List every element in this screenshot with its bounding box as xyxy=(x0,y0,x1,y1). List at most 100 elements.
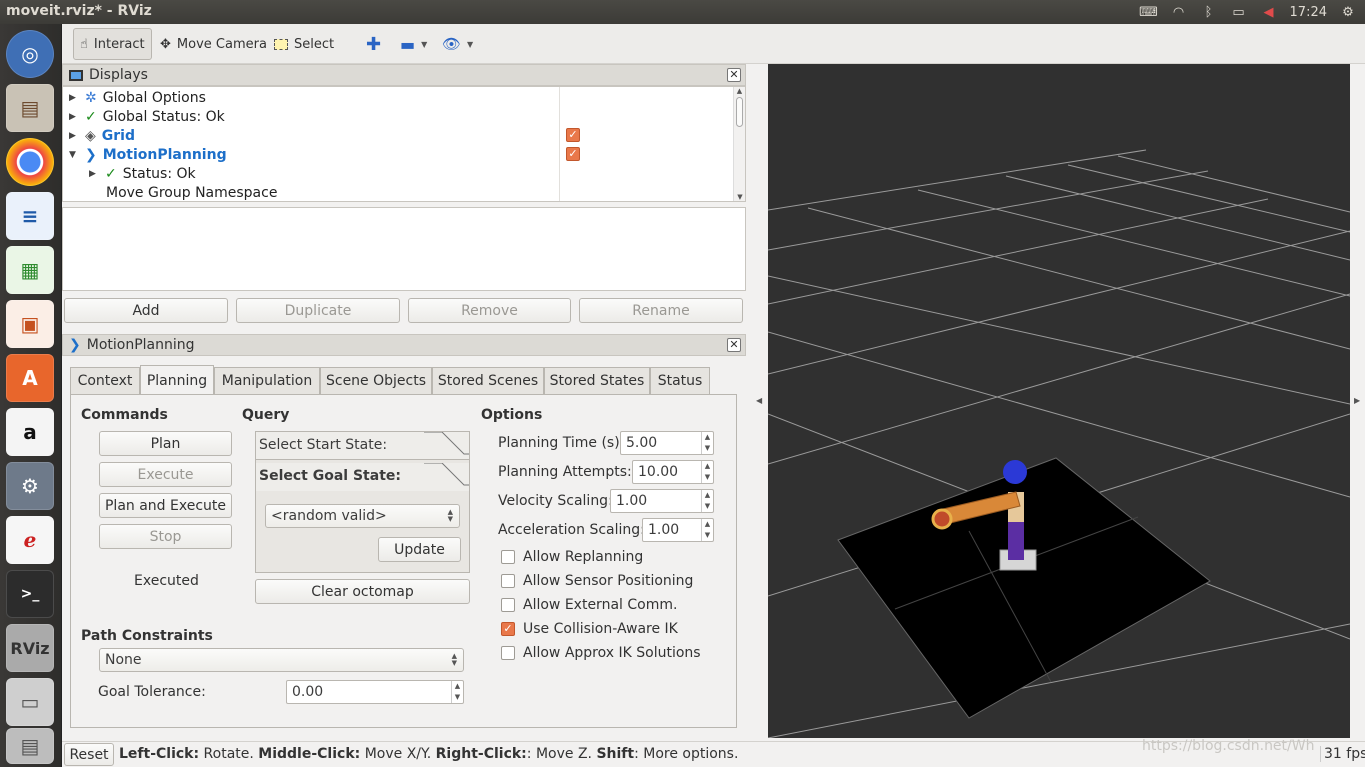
start-state-section[interactable]: Select Start State: xyxy=(256,432,469,460)
execute-button[interactable]: Execute xyxy=(99,462,232,487)
update-button[interactable]: Update xyxy=(378,537,461,562)
scroll-thumb[interactable] xyxy=(736,97,743,127)
settings-gear-icon[interactable]: ⚙ xyxy=(1339,5,1357,20)
bluetooth-icon[interactable]: ᛒ xyxy=(1200,5,1218,20)
grid-enabled-checkbox[interactable]: ✓ xyxy=(566,128,580,142)
motionplanning-panel-header: ❯ MotionPlanning ✕ xyxy=(62,334,746,356)
tab-manipulation[interactable]: Manipulation xyxy=(214,367,320,394)
tree-item-move-group-namespace[interactable]: Move Group Namespace xyxy=(106,183,277,202)
planning-attempts-label: Planning Attempts: xyxy=(498,464,632,480)
battery-icon[interactable]: ▭ xyxy=(1230,5,1248,20)
left-splitter-handle[interactable]: ◀ xyxy=(750,64,768,738)
scroll-down-icon[interactable]: ▼ xyxy=(734,193,746,201)
planning-time-spinbox[interactable]: 5.00 ▲ ▼ xyxy=(620,431,714,455)
query-toolbox: Select Start State: Select Goal State: <… xyxy=(255,431,470,573)
system-settings-icon[interactable]: ⚙ xyxy=(6,462,54,510)
goal-state-select[interactable]: <random valid> ▲ ▼ xyxy=(265,504,460,528)
ubuntu-dash-icon[interactable]: ◎ xyxy=(6,30,54,78)
impress-icon[interactable]: ▣ xyxy=(6,300,54,348)
terminal-icon[interactable]: >_ xyxy=(6,570,54,618)
collapse-arrow-icon[interactable]: ▼ xyxy=(69,150,81,160)
tree-item-motionplanning[interactable]: ▼ ❯ MotionPlanning xyxy=(69,145,227,164)
displays-close-icon[interactable]: ✕ xyxy=(727,68,741,82)
path-constraints-select[interactable]: None ▲ ▼ xyxy=(99,648,464,672)
expand-arrow-icon[interactable]: ▶ xyxy=(69,93,81,103)
allow-external-comm-checkbox[interactable] xyxy=(501,598,515,612)
amazon-icon[interactable]: a xyxy=(6,408,54,456)
velocity-scaling-spinbox[interactable]: 1.00 ▲ ▼ xyxy=(610,489,714,513)
motionplanning-enabled-checkbox[interactable]: ✓ xyxy=(566,147,580,161)
tab-planning[interactable]: Planning xyxy=(140,365,214,395)
calc-icon[interactable]: ▦ xyxy=(6,246,54,294)
chrome-icon[interactable] xyxy=(6,138,54,186)
collapse-left-icon[interactable]: ◀ xyxy=(756,396,762,405)
software-center-icon[interactable]: A xyxy=(6,354,54,402)
tree-item-grid[interactable]: ▶ ◈ Grid xyxy=(69,126,135,145)
clear-octomap-button[interactable]: Clear octomap xyxy=(255,579,470,604)
motionplanning-close-icon[interactable]: ✕ xyxy=(727,338,741,352)
tree-item-global-status[interactable]: ▶ ✓ Global Status: Ok xyxy=(69,107,225,126)
reset-button[interactable]: Reset xyxy=(64,743,114,766)
rename-display-button[interactable]: Rename xyxy=(579,298,743,323)
tree-item-global-options[interactable]: ▶ ✲ Global Options xyxy=(69,88,206,107)
goal-tolerance-spinbox[interactable]: 0.00 ▲ ▼ xyxy=(286,680,464,704)
hand-icon: ☝ xyxy=(80,36,88,52)
tab-context[interactable]: Context xyxy=(70,367,140,394)
drive-icon[interactable]: ▭ xyxy=(6,678,54,726)
pdf-viewer-icon[interactable]: ℯ xyxy=(6,516,54,564)
plan-and-execute-button[interactable]: Plan and Execute xyxy=(99,493,232,518)
duplicate-display-button[interactable]: Duplicate xyxy=(236,298,400,323)
files-icon[interactable]: ▤ xyxy=(6,84,54,132)
tab-stored-states[interactable]: Stored States xyxy=(544,367,650,394)
tab-status[interactable]: Status xyxy=(650,367,710,394)
stop-button[interactable]: Stop xyxy=(99,524,232,549)
tab-stored-scenes[interactable]: Stored Scenes xyxy=(432,367,544,394)
move-camera-tool-button[interactable]: ✥ Move Camera xyxy=(154,28,273,60)
volume-muted-icon[interactable]: ◀ xyxy=(1260,5,1278,20)
spin-arrows-icon[interactable]: ▲ ▼ xyxy=(701,432,713,454)
interact-tool-button[interactable]: ☝ Interact xyxy=(73,28,152,60)
checkmark-icon: ✓ xyxy=(85,108,97,125)
use-collision-aware-ik-checkbox[interactable]: ✓ xyxy=(501,622,515,636)
add-tool-button[interactable]: ✚ xyxy=(360,28,387,60)
planning-attempts-spinbox[interactable]: 10.00 ▲ ▼ xyxy=(632,460,714,484)
collapse-right-icon[interactable]: ▶ xyxy=(1354,396,1360,405)
goal-state-section[interactable]: Select Goal State: xyxy=(256,463,469,491)
clock[interactable]: 17:24 xyxy=(1290,5,1327,20)
tree-item-status[interactable]: ▶ ✓ Status: Ok xyxy=(89,164,196,183)
writer-icon[interactable]: ≡ xyxy=(6,192,54,240)
trash-icon[interactable]: ▤ xyxy=(6,728,54,764)
add-display-button[interactable]: Add xyxy=(64,298,228,323)
tree-scrollbar[interactable]: ▲ ▼ xyxy=(733,87,745,201)
select-tool-button[interactable]: Select xyxy=(268,28,340,60)
remove-display-button[interactable]: Remove xyxy=(408,298,571,323)
rviz-icon[interactable]: RViz xyxy=(6,624,54,672)
tab-scene-objects[interactable]: Scene Objects xyxy=(320,367,432,394)
spin-arrows-icon[interactable]: ▲ ▼ xyxy=(451,681,463,703)
spin-arrows-icon[interactable]: ▲ ▼ xyxy=(701,490,713,512)
plan-button[interactable]: Plan xyxy=(99,431,232,456)
allow-sensor-positioning-checkbox[interactable] xyxy=(501,574,515,588)
acceleration-scaling-spinbox[interactable]: 1.00 ▲ ▼ xyxy=(642,518,714,542)
spin-arrows-icon[interactable]: ▲ ▼ xyxy=(701,519,713,541)
right-splitter-handle[interactable]: ▶ xyxy=(1350,64,1365,738)
scroll-up-icon[interactable]: ▲ xyxy=(734,87,745,95)
fps-counter: 31 fps xyxy=(1320,746,1365,762)
3d-viewport[interactable] xyxy=(768,64,1350,738)
options-heading: Options xyxy=(481,407,543,423)
wifi-icon[interactable]: ◠ xyxy=(1170,5,1188,20)
main-toolbar: ☝ Interact ✥ Move Camera Select ✚ ▬ ▼ 👁 … xyxy=(62,24,1365,64)
section-tab-edge xyxy=(424,463,469,486)
status-bar: Reset Left-Click: Rotate. Middle-Click: … xyxy=(62,738,1365,767)
allow-replanning-checkbox[interactable] xyxy=(501,550,515,564)
allow-approx-ik-checkbox[interactable] xyxy=(501,646,515,660)
expand-arrow-icon[interactable]: ▶ xyxy=(69,112,81,122)
expand-arrow-icon[interactable]: ▶ xyxy=(89,169,101,179)
spin-arrows-icon[interactable]: ▲ ▼ xyxy=(701,461,713,483)
remove-tool-button[interactable]: ▬ ▼ xyxy=(394,28,433,60)
keyboard-icon[interactable]: ⌨ xyxy=(1139,5,1158,20)
tree-column-divider xyxy=(559,87,560,201)
view-options-button[interactable]: 👁 ▼ xyxy=(436,28,479,60)
displays-panel-header: Displays ✕ xyxy=(62,64,746,86)
expand-arrow-icon[interactable]: ▶ xyxy=(69,131,81,141)
